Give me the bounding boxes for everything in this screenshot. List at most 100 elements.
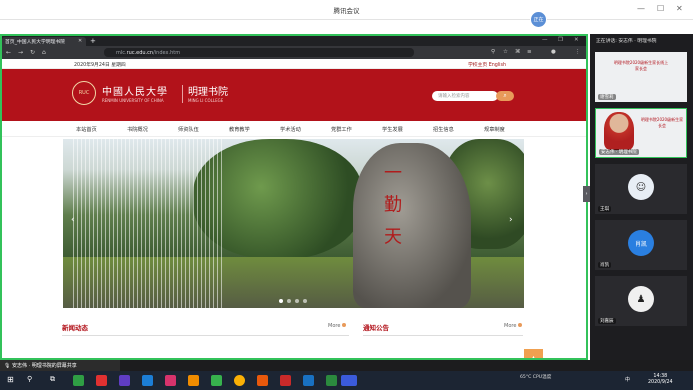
app-icon[interactable]: [119, 375, 130, 386]
app-icon[interactable]: [142, 375, 153, 386]
site-nav-menu: 本站首页 书院概况 师资队伍 教育教学 学术活动 党群工作 学生发展 招生信息 …: [2, 121, 586, 137]
start-icon[interactable]: ⊞: [7, 375, 18, 386]
site-search-input[interactable]: 请输入检索内容: [432, 91, 498, 101]
participant-sidebar: 正在讲话: 安志伟 · 明理书院 明理书院2020级新生家长线上家长会 谢雪莉 …: [590, 34, 693, 360]
reload-icon[interactable]: ↻: [30, 49, 35, 56]
site-banner: RUC 中國人民大學 RENMIN UNIVERSITY OF CHINA 明理…: [2, 69, 586, 121]
profile-icon[interactable]: ●: [551, 49, 556, 55]
avatar: ♟: [628, 286, 654, 312]
screen-share-bar-bg: [120, 360, 693, 371]
back-icon[interactable]: ←: [6, 49, 11, 56]
notice-divider: [363, 335, 523, 336]
notice-more-link[interactable]: More: [504, 323, 523, 329]
browser-tab[interactable]: 首页_中国人民大学明理书院: [2, 37, 86, 46]
hero-carousel[interactable]: 一 勤 天 ‹ ›: [63, 139, 524, 308]
news-more-link[interactable]: More: [328, 323, 347, 329]
university-name: 中國人民大學: [102, 87, 168, 98]
excel-icon[interactable]: [326, 375, 337, 386]
tencent-meeting-icon[interactable]: [341, 375, 357, 386]
notice-section-title: 通知公告: [363, 324, 389, 332]
site-top-strip: 2020年9月24日 星期四 学校主页 English: [2, 59, 586, 69]
college-name: 明理书院: [188, 87, 228, 98]
meeting-title: 腾讯会议: [333, 7, 360, 15]
tab-close-icon[interactable]: ✕: [78, 38, 82, 44]
app-icon[interactable]: [257, 375, 268, 386]
nav-academic[interactable]: 学术活动: [280, 126, 301, 133]
carousel-dot[interactable]: [279, 299, 283, 303]
stone-monument-image: [353, 143, 471, 308]
browser-maximize-icon[interactable]: ❐: [558, 37, 563, 43]
video-tile[interactable]: ☺ 王琪: [595, 164, 687, 214]
participant-name: 安志伟 · 明理书院: [599, 149, 639, 155]
translate-icon[interactable]: ⌘: [515, 49, 521, 55]
windows-taskbar: ⊞ ⚲ ⧉ 65°C CPU温度 中 14:38 2020/9/24: [0, 371, 693, 390]
speaking-indicator: 正在讲话: 安志伟 · 明理书院: [596, 39, 657, 44]
web-page: 2020年9月24日 星期四 学校主页 English RUC 中國人民大學 R…: [2, 59, 586, 358]
search-icon[interactable]: ⌕: [496, 91, 514, 101]
shared-screen: 首页_中国人民大学明理书院 ✕ + — ❐ ✕ ← → ↻ ⌂ mlc.ruc.…: [0, 34, 588, 360]
word-icon[interactable]: [303, 375, 314, 386]
input-method-indicator[interactable]: 中: [625, 376, 630, 383]
wechat-icon[interactable]: [211, 375, 222, 386]
nav-rules[interactable]: 规章制度: [484, 126, 505, 133]
participant-name: 肖凯: [598, 262, 611, 268]
app-icon[interactable]: [96, 375, 107, 386]
carousel-dot[interactable]: [295, 299, 299, 303]
participant-name: 王琪: [598, 206, 611, 212]
logo-divider: [182, 85, 183, 103]
chrome-icon[interactable]: [234, 375, 245, 386]
news-divider: [62, 335, 349, 336]
video-tile[interactable]: 明理书院2020级新生家长线上家长会 谢雪莉: [595, 52, 687, 102]
reading-list-icon[interactable]: ≡: [527, 49, 532, 55]
browser-minimize-icon[interactable]: —: [542, 37, 548, 43]
search-icon[interactable]: ⚲: [27, 375, 38, 386]
carousel-dot[interactable]: [287, 299, 291, 303]
video-tile[interactable]: 肖凯 肖凯: [595, 220, 687, 270]
star-icon[interactable]: ☆: [503, 49, 508, 55]
browser-close-icon[interactable]: ✕: [574, 37, 579, 43]
screen-share-bar[interactable]: 🎙 安志伟 · 明理书院的屏幕共享: [0, 360, 120, 371]
news-section-title: 新闻动态: [62, 324, 88, 332]
participant-name: 刘嘉辰: [598, 318, 616, 324]
taskbar-clock[interactable]: 14:38 2020/9/24: [648, 374, 673, 386]
app-icon[interactable]: [188, 375, 199, 386]
app-icon[interactable]: [73, 375, 84, 386]
app-icon[interactable]: [165, 375, 176, 386]
carousel-prev-icon[interactable]: ‹: [71, 215, 75, 225]
avatar: 肖凯: [628, 230, 654, 256]
nav-faculty[interactable]: 师资队伍: [178, 126, 199, 133]
nav-overview[interactable]: 书院概况: [127, 126, 148, 133]
more-icon[interactable]: ⋮: [575, 49, 581, 55]
forward-icon[interactable]: →: [18, 49, 23, 56]
address-bar[interactable]: mlc.ruc.edu.cn/index.htm: [104, 48, 414, 57]
nav-party[interactable]: 党群工作: [331, 126, 352, 133]
university-seal-icon: RUC: [72, 81, 96, 105]
new-tab-icon[interactable]: +: [90, 37, 96, 45]
nav-students[interactable]: 学生发展: [382, 126, 403, 133]
university-name-en: RENMIN UNIVERSITY OF CHINA: [102, 98, 164, 103]
nav-education[interactable]: 教育教学: [229, 126, 250, 133]
minimize-icon[interactable]: —: [637, 4, 645, 13]
site-links[interactable]: 学校主页 English: [468, 61, 506, 68]
back-to-top-icon[interactable]: ▲: [524, 349, 543, 358]
mic-icon: 🎙: [4, 363, 12, 369]
speaker-video: [604, 112, 634, 150]
video-tile-active[interactable]: 明理书院2020级新生家长会 安志伟 · 明理书院: [595, 108, 687, 158]
app-icon[interactable]: [280, 375, 291, 386]
task-view-icon[interactable]: ⧉: [50, 375, 61, 386]
extension-icon[interactable]: ⚲: [491, 49, 495, 55]
sidebar-collapse-icon[interactable]: ›: [583, 186, 590, 202]
carousel-dot[interactable]: [303, 299, 307, 303]
nav-home[interactable]: 本站首页: [76, 126, 97, 133]
carousel-next-icon[interactable]: ›: [509, 215, 513, 225]
participant-name: 谢雪莉: [598, 94, 616, 100]
maximize-icon[interactable]: ☐: [657, 4, 664, 13]
home-icon[interactable]: ⌂: [42, 49, 46, 56]
fountain-image: [73, 139, 223, 308]
nav-admission[interactable]: 招生信息: [433, 126, 454, 133]
college-name-en: MING LI COLLEGE: [188, 98, 224, 103]
close-icon[interactable]: ✕: [676, 4, 683, 13]
system-tray[interactable]: 65°C CPU温度: [520, 374, 551, 380]
user-avatar[interactable]: 正在: [530, 11, 547, 28]
video-tile[interactable]: ♟ 刘嘉辰: [595, 276, 687, 326]
